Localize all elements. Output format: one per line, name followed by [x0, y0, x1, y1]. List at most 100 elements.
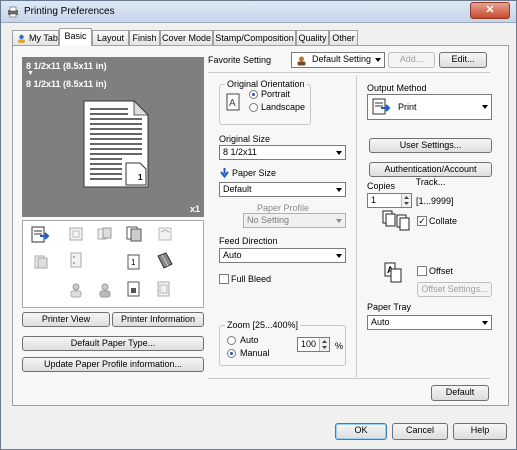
copies-value: 1	[371, 195, 377, 205]
printer-view-button[interactable]: Printer View	[22, 312, 110, 327]
preview-page-number: 1	[138, 173, 143, 182]
paper-tray-label: Paper Tray	[367, 302, 412, 312]
chevron-down-icon	[336, 219, 342, 223]
landscape-radio[interactable]	[249, 103, 258, 112]
arrow-down-icon	[220, 168, 229, 178]
add-favorite-button[interactable]: Add...	[388, 52, 435, 68]
update-paper-profile-button[interactable]: Update Paper Profile information...	[22, 357, 204, 372]
output-method-value: Print	[398, 102, 417, 112]
collate-checkbox[interactable]: ✓	[417, 216, 427, 226]
zoom-value: 100	[301, 339, 317, 349]
punch-icon[interactable]	[68, 252, 84, 270]
printer-icon	[8, 6, 18, 18]
orientation-group: Original Orientation A Portrait Landscap…	[219, 79, 311, 125]
chevron-down-icon	[336, 151, 342, 155]
preview-arrow-icon: ▼	[27, 70, 34, 77]
page-one-icon[interactable]: 1	[126, 254, 142, 270]
printer-information-button[interactable]: Printer Information	[112, 312, 204, 327]
zoom-auto-radio[interactable]	[227, 336, 236, 345]
original-size-value: 8 1/2x11	[223, 147, 257, 157]
feed-direction-combo[interactable]: Auto	[219, 248, 346, 263]
duplex-icon[interactable]	[126, 226, 142, 242]
close-button[interactable]: ✕	[470, 2, 510, 19]
user-authentication-icon[interactable]	[68, 282, 84, 298]
divider	[208, 72, 490, 73]
overlay-icon[interactable]	[156, 280, 172, 298]
window-title: Printing Preferences	[24, 6, 115, 17]
zoom-manual-radio[interactable]	[227, 349, 236, 358]
orientation-label: Original Orientation	[225, 79, 307, 89]
combine-pages-icon[interactable]	[97, 226, 113, 242]
printing-preferences-window: Printing Preferences ✕ My Tab Basic Layo…	[0, 0, 517, 450]
tab-layout[interactable]: Layout	[92, 30, 129, 45]
secure-print-icon[interactable]	[126, 280, 142, 298]
default-paper-type-button[interactable]: Default Paper Type...	[22, 336, 204, 351]
collate-label: Collate	[429, 216, 458, 226]
offset-checkbox[interactable]	[417, 266, 427, 276]
authentication-account-track-button[interactable]: Authentication/Account Track...	[369, 162, 492, 187]
vertical-divider	[356, 76, 357, 377]
paper-profile-value: No Setting	[247, 215, 290, 225]
paper-size-label: Paper Size	[232, 168, 277, 178]
zoom-value-input[interactable]: 100	[297, 337, 330, 352]
fold-icon[interactable]	[156, 252, 174, 270]
help-button[interactable]: Help	[453, 423, 507, 440]
feed-direction-value: Auto	[223, 250, 242, 260]
feed-direction-label: Feed Direction	[219, 236, 278, 246]
zoom-manual-label: Manual	[240, 348, 270, 358]
paper-size-value: Default	[223, 184, 252, 194]
spinner-arrows-icon	[322, 340, 327, 349]
tab-my-tab[interactable]: My Tab	[12, 30, 59, 45]
user-settings-button[interactable]: User Settings...	[369, 138, 492, 153]
print-preview: 8 1/2x11 (8.5x11 in) ▼ 8 1/2x11 (8.5x11 …	[22, 57, 204, 217]
tab-cover-mode[interactable]: Cover Mode	[160, 30, 213, 45]
staple-icon[interactable]	[157, 226, 173, 242]
svg-text:1: 1	[131, 258, 136, 267]
copies-spinner[interactable]	[401, 194, 411, 207]
edit-favorite-button[interactable]: Edit...	[439, 52, 487, 68]
cancel-button[interactable]: Cancel	[392, 423, 448, 440]
favorite-setting-combo[interactable]: Default Setting	[291, 52, 385, 68]
function-icon-panel: 1	[22, 220, 204, 308]
portrait-radio[interactable]	[249, 90, 258, 99]
print-output-icon	[372, 98, 391, 115]
chevron-down-icon	[482, 105, 488, 109]
favorite-setting-value: Default Setting	[312, 54, 372, 64]
chevron-down-icon	[336, 188, 342, 192]
offset-label: Offset	[429, 266, 453, 276]
zoom-spinner[interactable]	[319, 338, 329, 351]
fit-page-icon[interactable]	[68, 226, 84, 242]
ok-button[interactable]: OK	[335, 423, 387, 440]
output-method-combo[interactable]: Print	[367, 94, 492, 120]
tab-stamp-composition[interactable]: Stamp/Composition	[213, 30, 296, 45]
tab-quality[interactable]: Quality	[296, 30, 329, 45]
original-size-combo[interactable]: 8 1/2x11	[219, 145, 346, 160]
full-bleed-checkbox[interactable]	[219, 274, 229, 284]
divider	[208, 378, 490, 379]
copies-label: Copies	[367, 181, 396, 191]
account-track-icon[interactable]	[97, 282, 113, 298]
title-bar: Printing Preferences ✕	[1, 1, 516, 23]
chevron-down-icon	[336, 254, 342, 258]
basic-tab-panel: 8 1/2x11 (8.5x11 in) ▼ 8 1/2x11 (8.5x11 …	[12, 45, 509, 406]
copies-input[interactable]: 1	[367, 193, 412, 208]
paper-size-combo[interactable]: Default	[219, 182, 346, 197]
portrait-label: Portrait	[261, 89, 291, 99]
zoom-auto-label: Auto	[240, 335, 259, 345]
favorite-icon	[297, 56, 306, 66]
preview-original-size: 8 1/2x11 (8.5x11 in)	[26, 61, 107, 71]
paper-profile-combo[interactable]: No Setting	[243, 213, 346, 228]
paper-tray-combo[interactable]: Auto	[367, 315, 492, 330]
tab-basic[interactable]: Basic	[59, 28, 92, 46]
chevron-down-icon	[375, 58, 381, 62]
original-size-label: Original Size	[219, 134, 271, 144]
print-output-icon[interactable]	[31, 226, 51, 244]
preview-copies-badge: x1	[190, 204, 201, 214]
spinner-arrows-icon	[404, 196, 409, 205]
default-button[interactable]: Default	[431, 385, 489, 401]
zoom-group: Zoom [25...400%] Auto Manual 100 %	[219, 320, 346, 366]
tab-finish[interactable]: Finish	[129, 30, 160, 45]
booklet-icon[interactable]	[33, 254, 49, 270]
offset-settings-button[interactable]: Offset Settings...	[417, 282, 492, 297]
tab-other[interactable]: Other	[329, 30, 358, 45]
